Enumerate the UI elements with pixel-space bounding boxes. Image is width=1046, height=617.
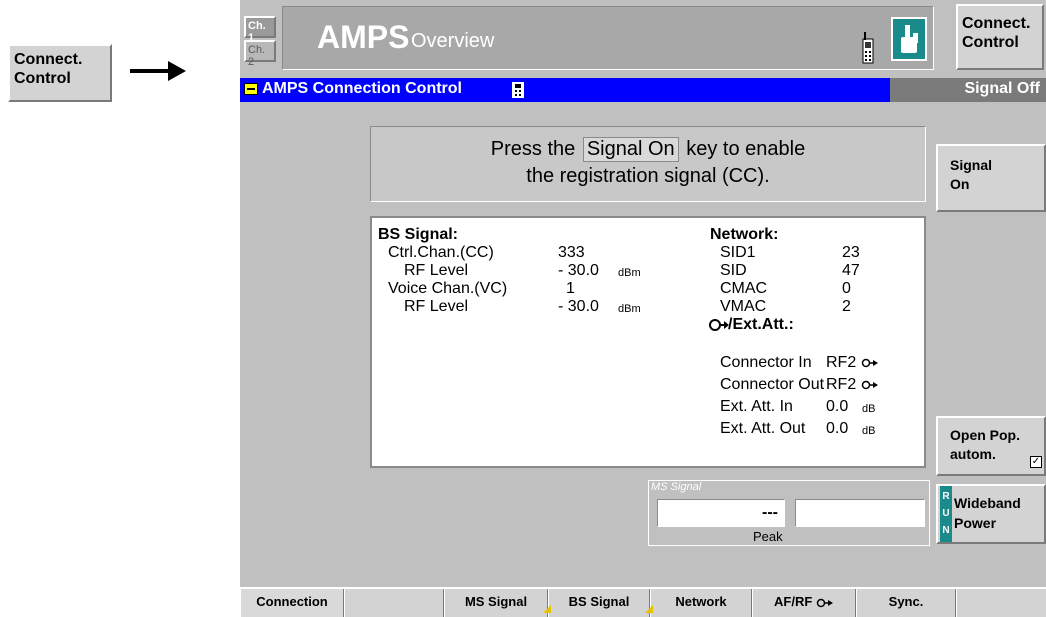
open-pop-autom-button[interactable]: Open Pop. autom. ✓ bbox=[936, 416, 1046, 476]
network-row-2-value: 0 bbox=[842, 280, 851, 297]
header-bar: Ch. 1 Ch. 2 AMPS Overview Connect. Contr… bbox=[240, 0, 1046, 76]
tab-ms-signal[interactable]: MS Signal bbox=[444, 589, 548, 617]
outer-connect-line2: Control bbox=[14, 70, 71, 87]
outer-connect-line1: Connect. bbox=[14, 51, 83, 68]
ext-row-3-value: 0.0 bbox=[826, 420, 849, 437]
ext-row-0-label: Connector In bbox=[720, 354, 812, 371]
tab-empty-1[interactable] bbox=[344, 589, 444, 617]
tab-af-rf[interactable]: AF/RF bbox=[752, 589, 856, 617]
title-sub: Overview bbox=[411, 30, 495, 52]
title-main: AMPS bbox=[317, 19, 410, 55]
signal-on-key-label: Signal On bbox=[582, 137, 679, 162]
ms-signal-second-field bbox=[795, 499, 925, 527]
peak-label: Peak bbox=[753, 529, 783, 544]
run-indicator: R U N bbox=[940, 486, 952, 542]
network-row-1-value: 47 bbox=[842, 262, 860, 279]
ms-signal-value-field: --- bbox=[657, 499, 785, 527]
tab-sync[interactable]: Sync. bbox=[856, 589, 956, 617]
connect-control-button[interactable]: Connect. Control bbox=[956, 4, 1044, 70]
network-row-3-label: VMAC bbox=[720, 298, 767, 315]
ext-row-2-value: 0.0 bbox=[826, 398, 849, 415]
signal-on-button[interactable]: Signal On bbox=[936, 144, 1046, 212]
panel-title-bar: AMPS Connection Control bbox=[240, 78, 900, 102]
wideband-power-button[interactable]: R U N Wideband Power bbox=[936, 484, 1046, 544]
bs-row-1-unit: dBm bbox=[618, 267, 641, 279]
ms-signal-group: MS Signal --- Peak bbox=[648, 480, 930, 546]
ext-att-heading: /Ext.Att.: bbox=[728, 316, 794, 333]
panel-title: AMPS Connection Control bbox=[262, 80, 462, 97]
ext-row-2-unit: dB bbox=[862, 403, 876, 415]
connect-line1: Connect. bbox=[962, 15, 1031, 32]
outer-connect-control-button[interactable]: Connect. Control bbox=[8, 44, 112, 102]
bs-row-3-label: RF Level bbox=[404, 298, 469, 315]
bs-row-1-label: RF Level bbox=[404, 262, 469, 279]
rf-connector-icon bbox=[816, 598, 833, 607]
ext-row-3-unit: dB bbox=[862, 425, 876, 437]
ms-signal-label: MS Signal bbox=[651, 481, 702, 493]
tab-ch1[interactable]: Ch. 1 bbox=[244, 16, 276, 44]
ext-row-1-value: RF2 bbox=[826, 376, 879, 394]
tab-bs-signal[interactable]: BS Signal bbox=[548, 589, 650, 617]
bs-row-0-value: 333 bbox=[558, 244, 585, 261]
signal-status: Signal Off bbox=[964, 80, 1040, 97]
message-box: Press the Signal On key to enable the re… bbox=[370, 126, 926, 202]
open-pop-checkbox[interactable]: ✓ bbox=[1030, 456, 1042, 468]
tab-connection[interactable]: Connection bbox=[240, 589, 344, 617]
network-heading: Network: bbox=[710, 226, 779, 243]
hand-pointer-icon[interactable] bbox=[891, 17, 927, 61]
bs-row-2-value: 1 bbox=[566, 280, 575, 297]
bs-row-3-unit: dBm bbox=[618, 303, 641, 315]
bs-signal-heading: BS Signal: bbox=[378, 226, 459, 243]
network-row-1-label: SID bbox=[720, 262, 747, 279]
data-box: BS Signal: Ctrl.Chan.(CC) 333 RF Level -… bbox=[370, 216, 926, 468]
bs-row-3-value: - 30.0 bbox=[558, 298, 599, 315]
message-line1: Press the Signal On key to enable bbox=[490, 137, 806, 162]
title-box: AMPS Overview bbox=[282, 6, 934, 70]
ext-row-3-label: Ext. Att. Out bbox=[720, 420, 806, 437]
ext-row-2-label: Ext. Att. In bbox=[720, 398, 793, 415]
panel-status-bar: Signal Off bbox=[890, 78, 1046, 102]
message-line2: the registration signal (CC). bbox=[526, 165, 770, 187]
network-row-3-value: 2 bbox=[842, 298, 851, 315]
ms-signal-tab-marker bbox=[543, 605, 551, 613]
panel-phone-icon bbox=[512, 82, 524, 98]
rf-connector-icon bbox=[861, 358, 878, 368]
instrument-window: Ch. 1 Ch. 2 AMPS Overview Connect. Contr… bbox=[240, 0, 1046, 617]
bottom-softkey-bar: Connection MS Signal BS Signal Network A… bbox=[240, 587, 1046, 617]
tab-empty-2[interactable] bbox=[956, 589, 1046, 617]
rf-connector-icon bbox=[709, 319, 729, 331]
network-row-0-label: SID1 bbox=[720, 244, 756, 261]
bs-row-2-label: Voice Chan.(VC) bbox=[388, 280, 508, 297]
network-row-2-label: CMAC bbox=[720, 280, 768, 297]
rf-connector-icon bbox=[861, 380, 878, 390]
tab-ch2[interactable]: Ch. 2 bbox=[244, 40, 276, 68]
panel-minimize-icon[interactable] bbox=[244, 83, 258, 95]
network-row-0-value: 23 bbox=[842, 244, 860, 261]
ext-row-1-label: Connector Out bbox=[720, 376, 825, 393]
tab-network[interactable]: Network bbox=[650, 589, 752, 617]
arrow-right-icon bbox=[130, 61, 186, 81]
bs-row-1-value: - 30.0 bbox=[558, 262, 599, 279]
bs-row-0-label: Ctrl.Chan.(CC) bbox=[388, 244, 494, 261]
bs-signal-tab-marker bbox=[645, 605, 653, 613]
connect-line2: Control bbox=[962, 34, 1019, 51]
mobile-phone-icon bbox=[862, 32, 874, 64]
ext-row-0-value: RF2 bbox=[826, 354, 879, 372]
